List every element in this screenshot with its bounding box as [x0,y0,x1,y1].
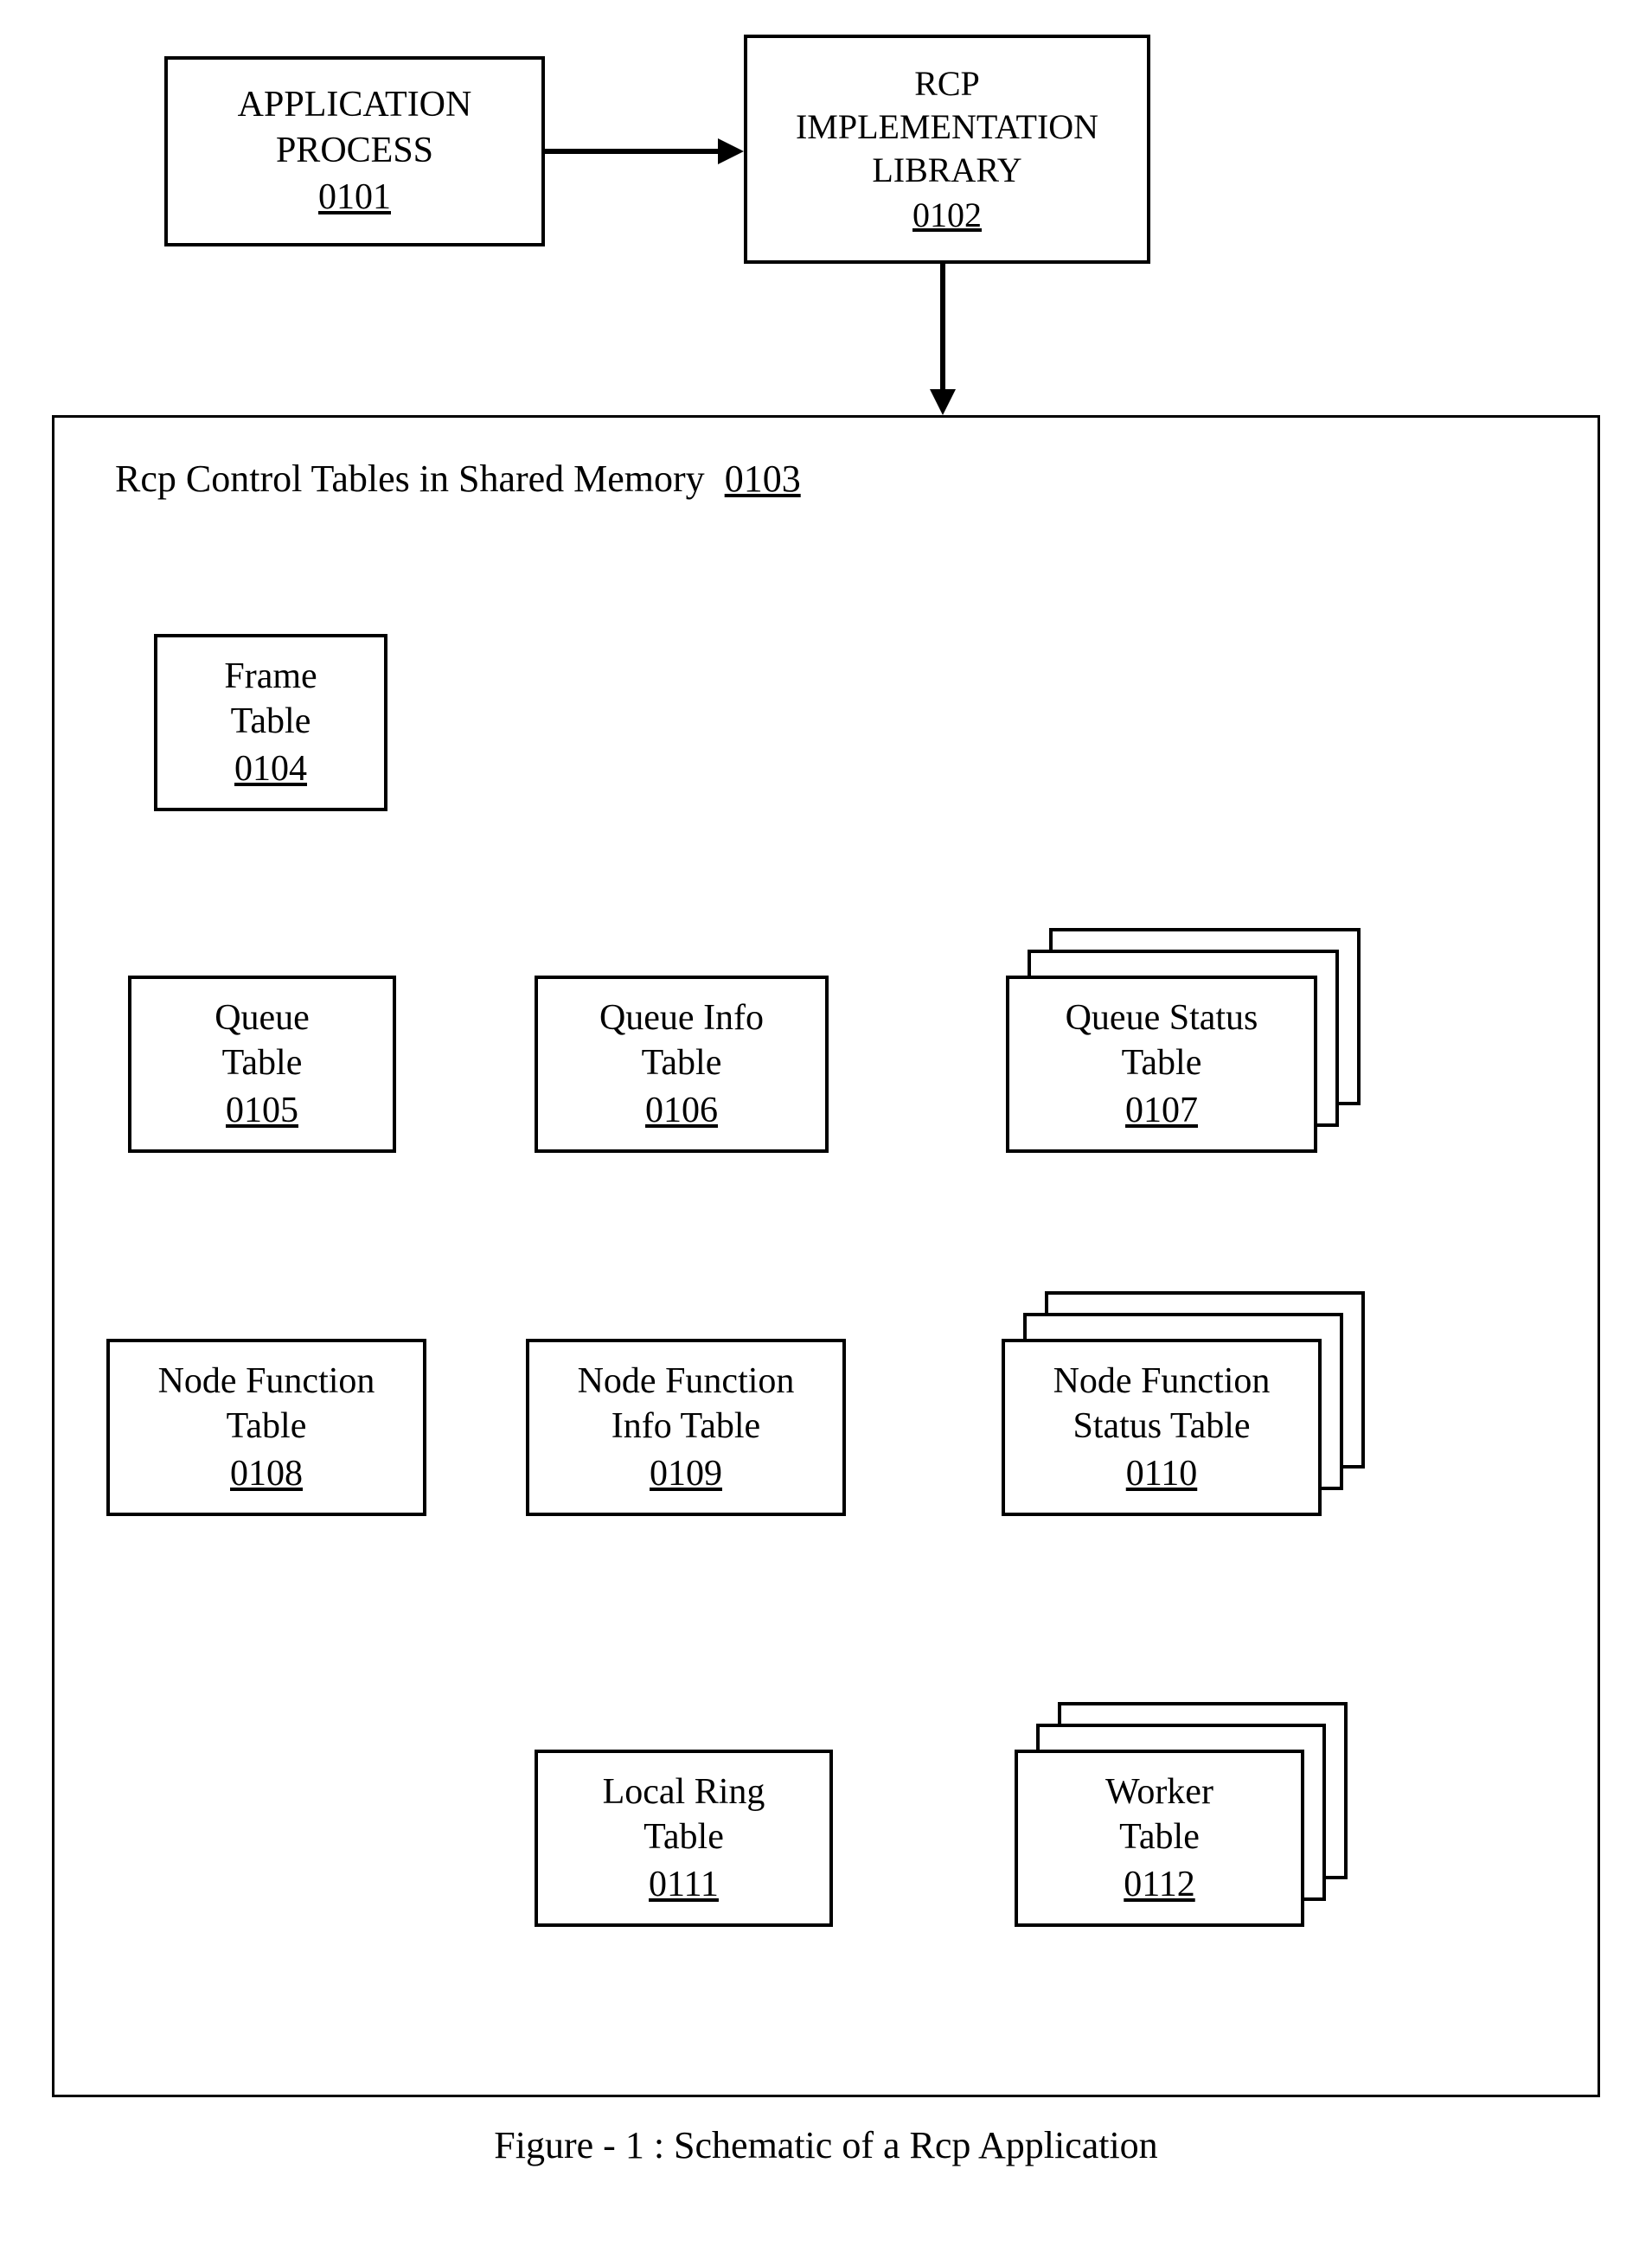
queue-status-table-box: Queue Status Table 0107 [1006,976,1317,1153]
node-function-status-table-box: Node Function Status Table 0110 [1002,1339,1322,1516]
ref-number: 0110 [1126,1451,1197,1497]
label: RCP [914,62,980,106]
worker-table-box: Worker Table 0112 [1015,1750,1304,1927]
label: Info Table [611,1404,760,1449]
label: Worker [1105,1769,1213,1815]
ref-number: 0108 [230,1451,303,1497]
label: Table [222,1040,303,1086]
rcp-library-box: RCP IMPLEMENTATION LIBRARY 0102 [744,35,1150,264]
label: LIBRARY [872,149,1021,192]
caption-text: Figure - 1 : Schematic of a Rcp Applicat… [494,2124,1157,2166]
label: PROCESS [276,128,433,174]
frame-table-box: Frame Table 0104 [154,634,387,811]
diagram-canvas: APPLICATION PROCESS 0101 RCP IMPLEMENTAT… [35,35,1617,2211]
label: Table [1119,1814,1200,1860]
label: Frame [224,654,317,700]
arrow-lib-to-container [925,264,960,415]
node-function-table-box: Node Function Table 0108 [106,1339,426,1516]
ref-number: 0104 [234,746,307,792]
queue-info-table-box: Queue Info Table 0106 [535,976,829,1153]
label: APPLICATION [238,82,472,128]
label: IMPLEMENTATION [796,106,1098,149]
ref-number: 0111 [649,1862,719,1908]
ref-number: 0102 [912,194,982,237]
figure-caption: Figure - 1 : Schematic of a Rcp Applicat… [35,2123,1617,2167]
ref-number: 0112 [1124,1862,1194,1908]
shared-memory-container: Rcp Control Tables in Shared Memory 0103… [52,415,1600,2097]
ref-number: 0105 [226,1088,298,1134]
container-title: Rcp Control Tables in Shared Memory 0103 [115,457,801,501]
label: Queue Status [1066,995,1258,1041]
label: Table [227,1404,307,1449]
label: Status Table [1073,1404,1250,1449]
application-process-box: APPLICATION PROCESS 0101 [164,56,545,246]
queue-table-box: Queue Table 0105 [128,976,396,1153]
label: Node Function [578,1359,795,1405]
local-ring-table-box: Local Ring Table 0111 [535,1750,833,1927]
node-function-info-table-box: Node Function Info Table 0109 [526,1339,846,1516]
arrow-app-to-lib [545,134,744,169]
label: Queue Info [599,995,764,1041]
label: Table [644,1814,724,1860]
ref-number: 0107 [1125,1088,1198,1134]
ref-number: 0103 [725,458,801,500]
label: Node Function [158,1359,375,1405]
ref-number: 0106 [645,1088,718,1134]
label: Local Ring [603,1769,765,1815]
label: Table [231,699,311,745]
label: Node Function [1053,1359,1271,1405]
ref-number: 0101 [318,175,391,221]
label: Queue [215,995,310,1041]
label: Table [642,1040,722,1086]
ref-number: 0109 [650,1451,722,1497]
label: Table [1122,1040,1202,1086]
title-text: Rcp Control Tables in Shared Memory [115,458,705,500]
